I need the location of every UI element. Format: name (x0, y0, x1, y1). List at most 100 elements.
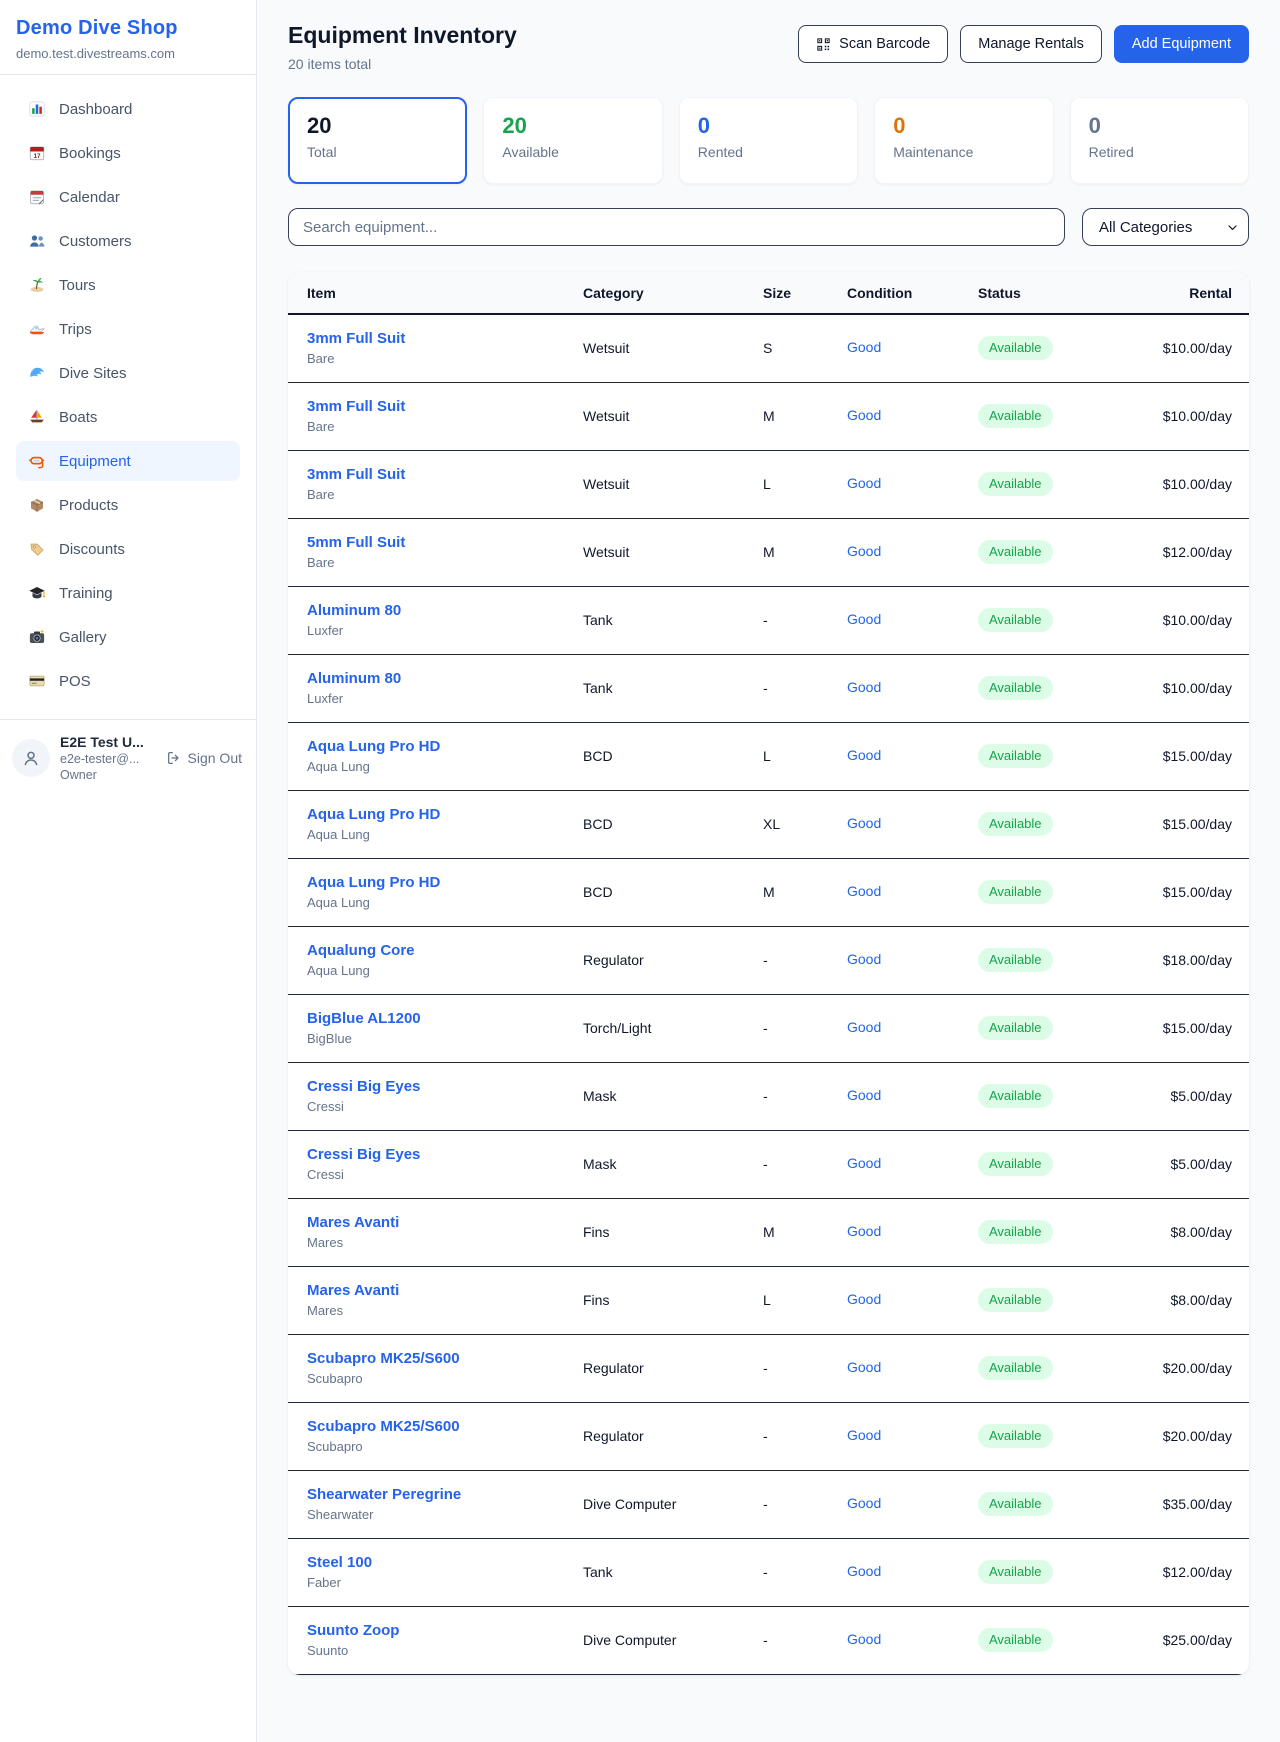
column-header-condition[interactable]: Condition (847, 272, 978, 314)
scan-barcode-button[interactable]: Scan Barcode (798, 25, 948, 63)
item-category: Dive Computer (583, 1607, 763, 1675)
condition-link[interactable]: Good (847, 1495, 881, 1511)
item-name-link[interactable]: Aluminum 80 (307, 670, 583, 687)
status-badge: Available (978, 1492, 1053, 1516)
condition-link[interactable]: Good (847, 611, 881, 627)
user-name: E2E Test U... (60, 734, 156, 750)
sidebar-item[interactable]: Discounts (16, 529, 240, 569)
add-equipment-label: Add Equipment (1132, 36, 1231, 52)
sidebar: Demo Dive Shop demo.test.divestreams.com… (0, 0, 257, 1742)
condition-link[interactable]: Good (847, 883, 881, 899)
sidebar-item[interactable]: Boats (16, 397, 240, 437)
condition-link[interactable]: Good (847, 679, 881, 695)
stat-card[interactable]: 0 Retired (1070, 97, 1249, 184)
sidebar-item[interactable]: Tours (16, 265, 240, 305)
condition-link[interactable]: Good (847, 1155, 881, 1171)
item-name-link[interactable]: 3mm Full Suit (307, 466, 583, 483)
condition-link[interactable]: Good (847, 1563, 881, 1579)
sidebar-item[interactable]: Equipment (16, 441, 240, 481)
category-select[interactable]: All Categories (1082, 208, 1249, 246)
table-row: Mares Avanti Mares Fins L Good Available… (288, 1267, 1249, 1335)
sidebar-item[interactable]: Gallery (16, 617, 240, 657)
condition-link[interactable]: Good (847, 1427, 881, 1443)
add-equipment-button[interactable]: Add Equipment (1114, 25, 1249, 63)
search-input[interactable] (288, 208, 1065, 246)
sidebar-item[interactable]: Dive Sites (16, 353, 240, 393)
item-category: Regulator (583, 1403, 763, 1471)
sidebar-item[interactable]: Products (16, 485, 240, 525)
item-name-link[interactable]: 5mm Full Suit (307, 534, 583, 551)
item-name-link[interactable]: Cressi Big Eyes (307, 1146, 583, 1163)
item-category: Tank (583, 655, 763, 723)
item-name-link[interactable]: Suunto Zoop (307, 1622, 583, 1639)
item-name-link[interactable]: Mares Avanti (307, 1214, 583, 1231)
status-badge: Available (978, 472, 1053, 496)
stat-card[interactable]: 20 Available (483, 97, 662, 184)
sidebar-item-icon (28, 452, 46, 470)
column-header-item[interactable]: Item (288, 272, 583, 314)
item-size: L (763, 451, 847, 519)
item-size: XL (763, 791, 847, 859)
item-category: Wetsuit (583, 519, 763, 587)
condition-link[interactable]: Good (847, 815, 881, 831)
sign-out-button[interactable]: Sign Out (166, 750, 242, 766)
sidebar-item[interactable]: Calendar (16, 177, 240, 217)
sidebar-item[interactable]: Dashboard (16, 89, 240, 129)
condition-link[interactable]: Good (847, 1291, 881, 1307)
manage-rentals-button[interactable]: Manage Rentals (960, 25, 1102, 63)
table-row: Scubapro MK25/S600 Scubapro Regulator - … (288, 1335, 1249, 1403)
sidebar-item[interactable]: Customers (16, 221, 240, 261)
item-name-link[interactable]: Aluminum 80 (307, 602, 583, 619)
item-name-link[interactable]: 3mm Full Suit (307, 398, 583, 415)
column-header-status[interactable]: Status (978, 272, 1120, 314)
condition-link[interactable]: Good (847, 543, 881, 559)
stat-card[interactable]: 0 Maintenance (874, 97, 1053, 184)
column-header-size[interactable]: Size (763, 272, 847, 314)
sidebar-item[interactable]: Training (16, 573, 240, 613)
item-name-link[interactable]: Scubapro MK25/S600 (307, 1418, 583, 1435)
stat-card[interactable]: 20 Total (288, 97, 467, 184)
sidebar-item[interactable]: Trips (16, 309, 240, 349)
condition-link[interactable]: Good (847, 475, 881, 491)
condition-link[interactable]: Good (847, 951, 881, 967)
item-name-link[interactable]: Aqua Lung Pro HD (307, 874, 583, 891)
item-size: - (763, 1131, 847, 1199)
item-size: - (763, 1063, 847, 1131)
table-row: Shearwater Peregrine Shearwater Dive Com… (288, 1471, 1249, 1539)
column-header-rental[interactable]: Rental (1120, 272, 1249, 314)
shop-subdomain: demo.test.divestreams.com (16, 46, 240, 61)
item-name-link[interactable]: BigBlue AL1200 (307, 1010, 583, 1027)
sidebar-item-label: Trips (59, 321, 92, 338)
item-name-link[interactable]: Steel 100 (307, 1554, 583, 1571)
item-name-link[interactable]: 3mm Full Suit (307, 330, 583, 347)
item-name-link[interactable]: Cressi Big Eyes (307, 1078, 583, 1095)
item-category: Regulator (583, 1335, 763, 1403)
status-badge: Available (978, 1016, 1053, 1040)
status-badge: Available (978, 540, 1053, 564)
item-brand: Bare (307, 419, 583, 434)
item-rental-rate: $10.00/day (1120, 383, 1249, 451)
stat-label: Rented (698, 144, 839, 160)
condition-link[interactable]: Good (847, 339, 881, 355)
condition-link[interactable]: Good (847, 407, 881, 423)
item-name-link[interactable]: Mares Avanti (307, 1282, 583, 1299)
column-header-category[interactable]: Category (583, 272, 763, 314)
condition-link[interactable]: Good (847, 1019, 881, 1035)
item-category: Mask (583, 1063, 763, 1131)
status-badge: Available (978, 744, 1053, 768)
condition-link[interactable]: Good (847, 1087, 881, 1103)
table-row: Mares Avanti Mares Fins M Good Available… (288, 1199, 1249, 1267)
stat-card[interactable]: 0 Rented (679, 97, 858, 184)
sidebar-item[interactable]: POS (16, 661, 240, 701)
condition-link[interactable]: Good (847, 1359, 881, 1375)
item-name-link[interactable]: Shearwater Peregrine (307, 1486, 583, 1503)
item-name-link[interactable]: Aqualung Core (307, 942, 583, 959)
condition-link[interactable]: Good (847, 1631, 881, 1647)
item-name-link[interactable]: Aqua Lung Pro HD (307, 738, 583, 755)
item-name-link[interactable]: Scubapro MK25/S600 (307, 1350, 583, 1367)
condition-link[interactable]: Good (847, 1223, 881, 1239)
condition-link[interactable]: Good (847, 747, 881, 763)
status-badge: Available (978, 1560, 1053, 1584)
item-name-link[interactable]: Aqua Lung Pro HD (307, 806, 583, 823)
sidebar-item[interactable]: Bookings (16, 133, 240, 173)
